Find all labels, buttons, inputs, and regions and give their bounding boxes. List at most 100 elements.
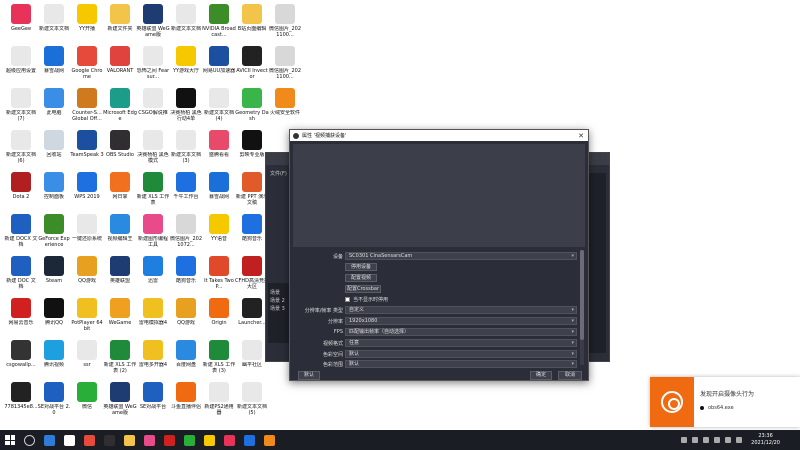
desktop-icon[interactable]: Microsoft Edge (103, 88, 137, 122)
taskbar-app-icon[interactable] (224, 434, 235, 446)
taskbar-app-icon[interactable] (44, 434, 55, 446)
close-icon[interactable]: ✕ (578, 132, 584, 140)
properties-scrollbar[interactable] (580, 250, 584, 365)
search-icon[interactable] (24, 434, 35, 446)
desktop-icon[interactable]: SE对战平台 2.0 (37, 382, 71, 416)
desktop-icon[interactable]: 决赛杨柏 黑色模式 (136, 130, 170, 164)
tray-chevron-icon[interactable] (681, 437, 688, 443)
desktop-icon[interactable]: Origin (202, 298, 236, 332)
desktop-icon[interactable]: 新建文本文档 (5) (235, 382, 269, 416)
desktop-icon[interactable]: 幽平社区 (235, 340, 269, 374)
desktop-icon[interactable]: 超级应用设置 (4, 46, 38, 80)
defaults-button[interactable]: 默认 (298, 371, 320, 380)
desktop-icon[interactable]: YY游戏大厅 (169, 46, 203, 80)
desktop-icon[interactable]: 新建文本文档 (7) (4, 88, 38, 122)
res-type-select[interactable]: 自定义 ▾ (345, 306, 577, 314)
desktop-icon[interactable]: 新建文本文档 (6) (4, 130, 38, 164)
scrollbar-thumb[interactable] (580, 250, 584, 340)
desktop-icon[interactable]: 腾讯QQ (37, 298, 71, 332)
taskbar-app-icon[interactable] (164, 434, 175, 446)
desktop-icon[interactable]: VALORANT (103, 46, 137, 80)
desktop-icon[interactable]: CFHD高清竞技大区 (235, 256, 269, 290)
desktop-icon[interactable]: 网易云音乐 (4, 298, 38, 332)
desktop-icon[interactable]: 网易UU加速器 (202, 46, 236, 80)
color-space-select[interactable]: 默认 ▾ (345, 350, 577, 358)
desktop-icon[interactable]: GeForce Experience (37, 214, 71, 248)
desktop-icon[interactable]: 新建文本文档 (37, 4, 71, 38)
desktop-icon[interactable]: YY开播 (70, 4, 104, 38)
taskbar-app-icon[interactable] (244, 434, 255, 446)
desktop-icon[interactable]: Counter-S... Global Off... (70, 88, 104, 122)
ok-button[interactable]: 确定 (530, 371, 552, 380)
desktop-icon[interactable]: Geometry Dash (235, 88, 269, 122)
file-menu[interactable]: 文件(F) (270, 170, 287, 177)
desktop-icon[interactable]: 微信图片_2021072... (169, 214, 203, 248)
desktop-icon[interactable]: csgowallp... (4, 340, 38, 374)
desktop-icon[interactable]: 新建文本文档 (3) (169, 130, 203, 164)
desktop-icon[interactable]: 恐怖之间 Fear sur... (136, 46, 170, 80)
taskbar-app-icon[interactable] (124, 434, 135, 446)
desktop-icon[interactable]: ssr (70, 340, 104, 374)
cancel-button[interactable]: 取消 (558, 371, 582, 380)
desktop-icon[interactable]: 此电脑 (37, 88, 71, 122)
desktop-icon[interactable]: 微信图片_2021100... (268, 4, 302, 38)
desktop-icon[interactable]: Launcher... (235, 298, 269, 332)
desktop-icon[interactable]: Google Chrome (70, 46, 104, 80)
desktop-icon[interactable]: YY语音 (202, 214, 236, 248)
ime-icon[interactable] (736, 437, 743, 443)
desktop-icon[interactable]: PotPlayer 64 bit (70, 298, 104, 332)
desktop-icon[interactable]: 7781345e8... (4, 382, 38, 416)
desktop-icon[interactable]: GeeGee (4, 4, 38, 38)
desktop-icon[interactable]: 新建文件夹 (103, 4, 137, 38)
desktop-icon[interactable]: WeGame (103, 298, 137, 332)
desktop-icon[interactable]: 暴雪战网 (37, 46, 71, 80)
tray-app-icon[interactable] (703, 437, 710, 443)
desktop-icon[interactable]: WPS 2019 (70, 172, 104, 206)
desktop-icon[interactable]: 雷电多开器4 (136, 340, 170, 374)
resolution-select[interactable]: 1920x1080 ▾ (345, 317, 577, 325)
desktop-icon[interactable]: 酷狗音乐 (235, 214, 269, 248)
desktop-icon[interactable]: 视频编辑王 (103, 214, 137, 248)
desktop-icon[interactable]: 微信 (70, 382, 104, 416)
configure-video-button[interactable]: 配置视频 (345, 274, 377, 282)
desktop-icon[interactable]: CSGO解说推 (136, 88, 170, 122)
scene-item[interactable]: 场景 3 (270, 305, 285, 312)
desktop-icon[interactable]: 新建 DOCX 文档 (4, 214, 38, 248)
desktop-icon[interactable]: 新建图形编程工具 (136, 214, 170, 248)
desktop-icon[interactable]: 盛腾看看 (202, 130, 236, 164)
fps-select[interactable]: 匹配输出帧率（自动选择） ▾ (345, 328, 577, 336)
taskbar-app-icon[interactable] (204, 434, 215, 446)
desktop-icon[interactable]: 新建 XLS 工作表 (2) (103, 340, 137, 374)
desktop-icon[interactable]: 新建文本文档 (4) (202, 88, 236, 122)
windows-start-icon[interactable] (5, 435, 15, 445)
desktop-icon[interactable]: Steam (37, 256, 71, 290)
color-range-select[interactable]: 默认 ▾ (345, 360, 577, 368)
desktop-icon[interactable]: 新建文本文档 (169, 4, 203, 38)
desktop-icon[interactable]: 酷狗音乐 (169, 256, 203, 290)
desktop-icon[interactable]: 新建 XLS 工作表 (3) (202, 340, 236, 374)
desktop-icon[interactable]: QQ游戏 (169, 298, 203, 332)
desktop-icon[interactable]: 控制面板 (37, 172, 71, 206)
taskbar-app-icon[interactable] (104, 434, 115, 446)
taskbar-app-icon[interactable] (264, 434, 275, 446)
camera-notification[interactable]: 发现开启摄像头行为 obs64.exe (650, 377, 800, 427)
scene-item[interactable]: 场景 2 (270, 297, 285, 304)
network-icon[interactable] (714, 437, 721, 443)
desktop-icon[interactable]: 剪映专业版 (235, 130, 269, 164)
desktop-icon[interactable]: 雷电模拟器4 (136, 298, 170, 332)
desktop-icon[interactable]: Dota 2 (4, 172, 38, 206)
desktop-icon[interactable]: SE对战平台 (136, 382, 170, 416)
desktop-icon[interactable]: OBS Studio (103, 130, 137, 164)
taskbar-app-icon[interactable] (64, 434, 75, 446)
device-select[interactable]: SC0301 CinaSensarsCam ▾ (345, 252, 577, 260)
desktop-icon[interactable]: 英雄联盟 WeGame版 (136, 4, 170, 38)
desktop-icon[interactable]: B站页面编辑 (235, 4, 269, 38)
desktop-icon[interactable]: 回收站 (37, 130, 71, 164)
desktop-icon[interactable]: 腾讯视频 (37, 340, 71, 374)
clock[interactable]: 23:36 2021/12/20 (751, 433, 780, 447)
desktop-icon[interactable]: 英雄联盟 WeGame版 (103, 382, 137, 416)
desktop-icon[interactable]: 百度网盘 (169, 340, 203, 374)
deactivate-when-hidden-checkbox[interactable] (345, 297, 350, 302)
desktop-icon[interactable]: 新建 XLS 工作表 (136, 172, 170, 206)
volume-icon[interactable] (725, 437, 732, 443)
